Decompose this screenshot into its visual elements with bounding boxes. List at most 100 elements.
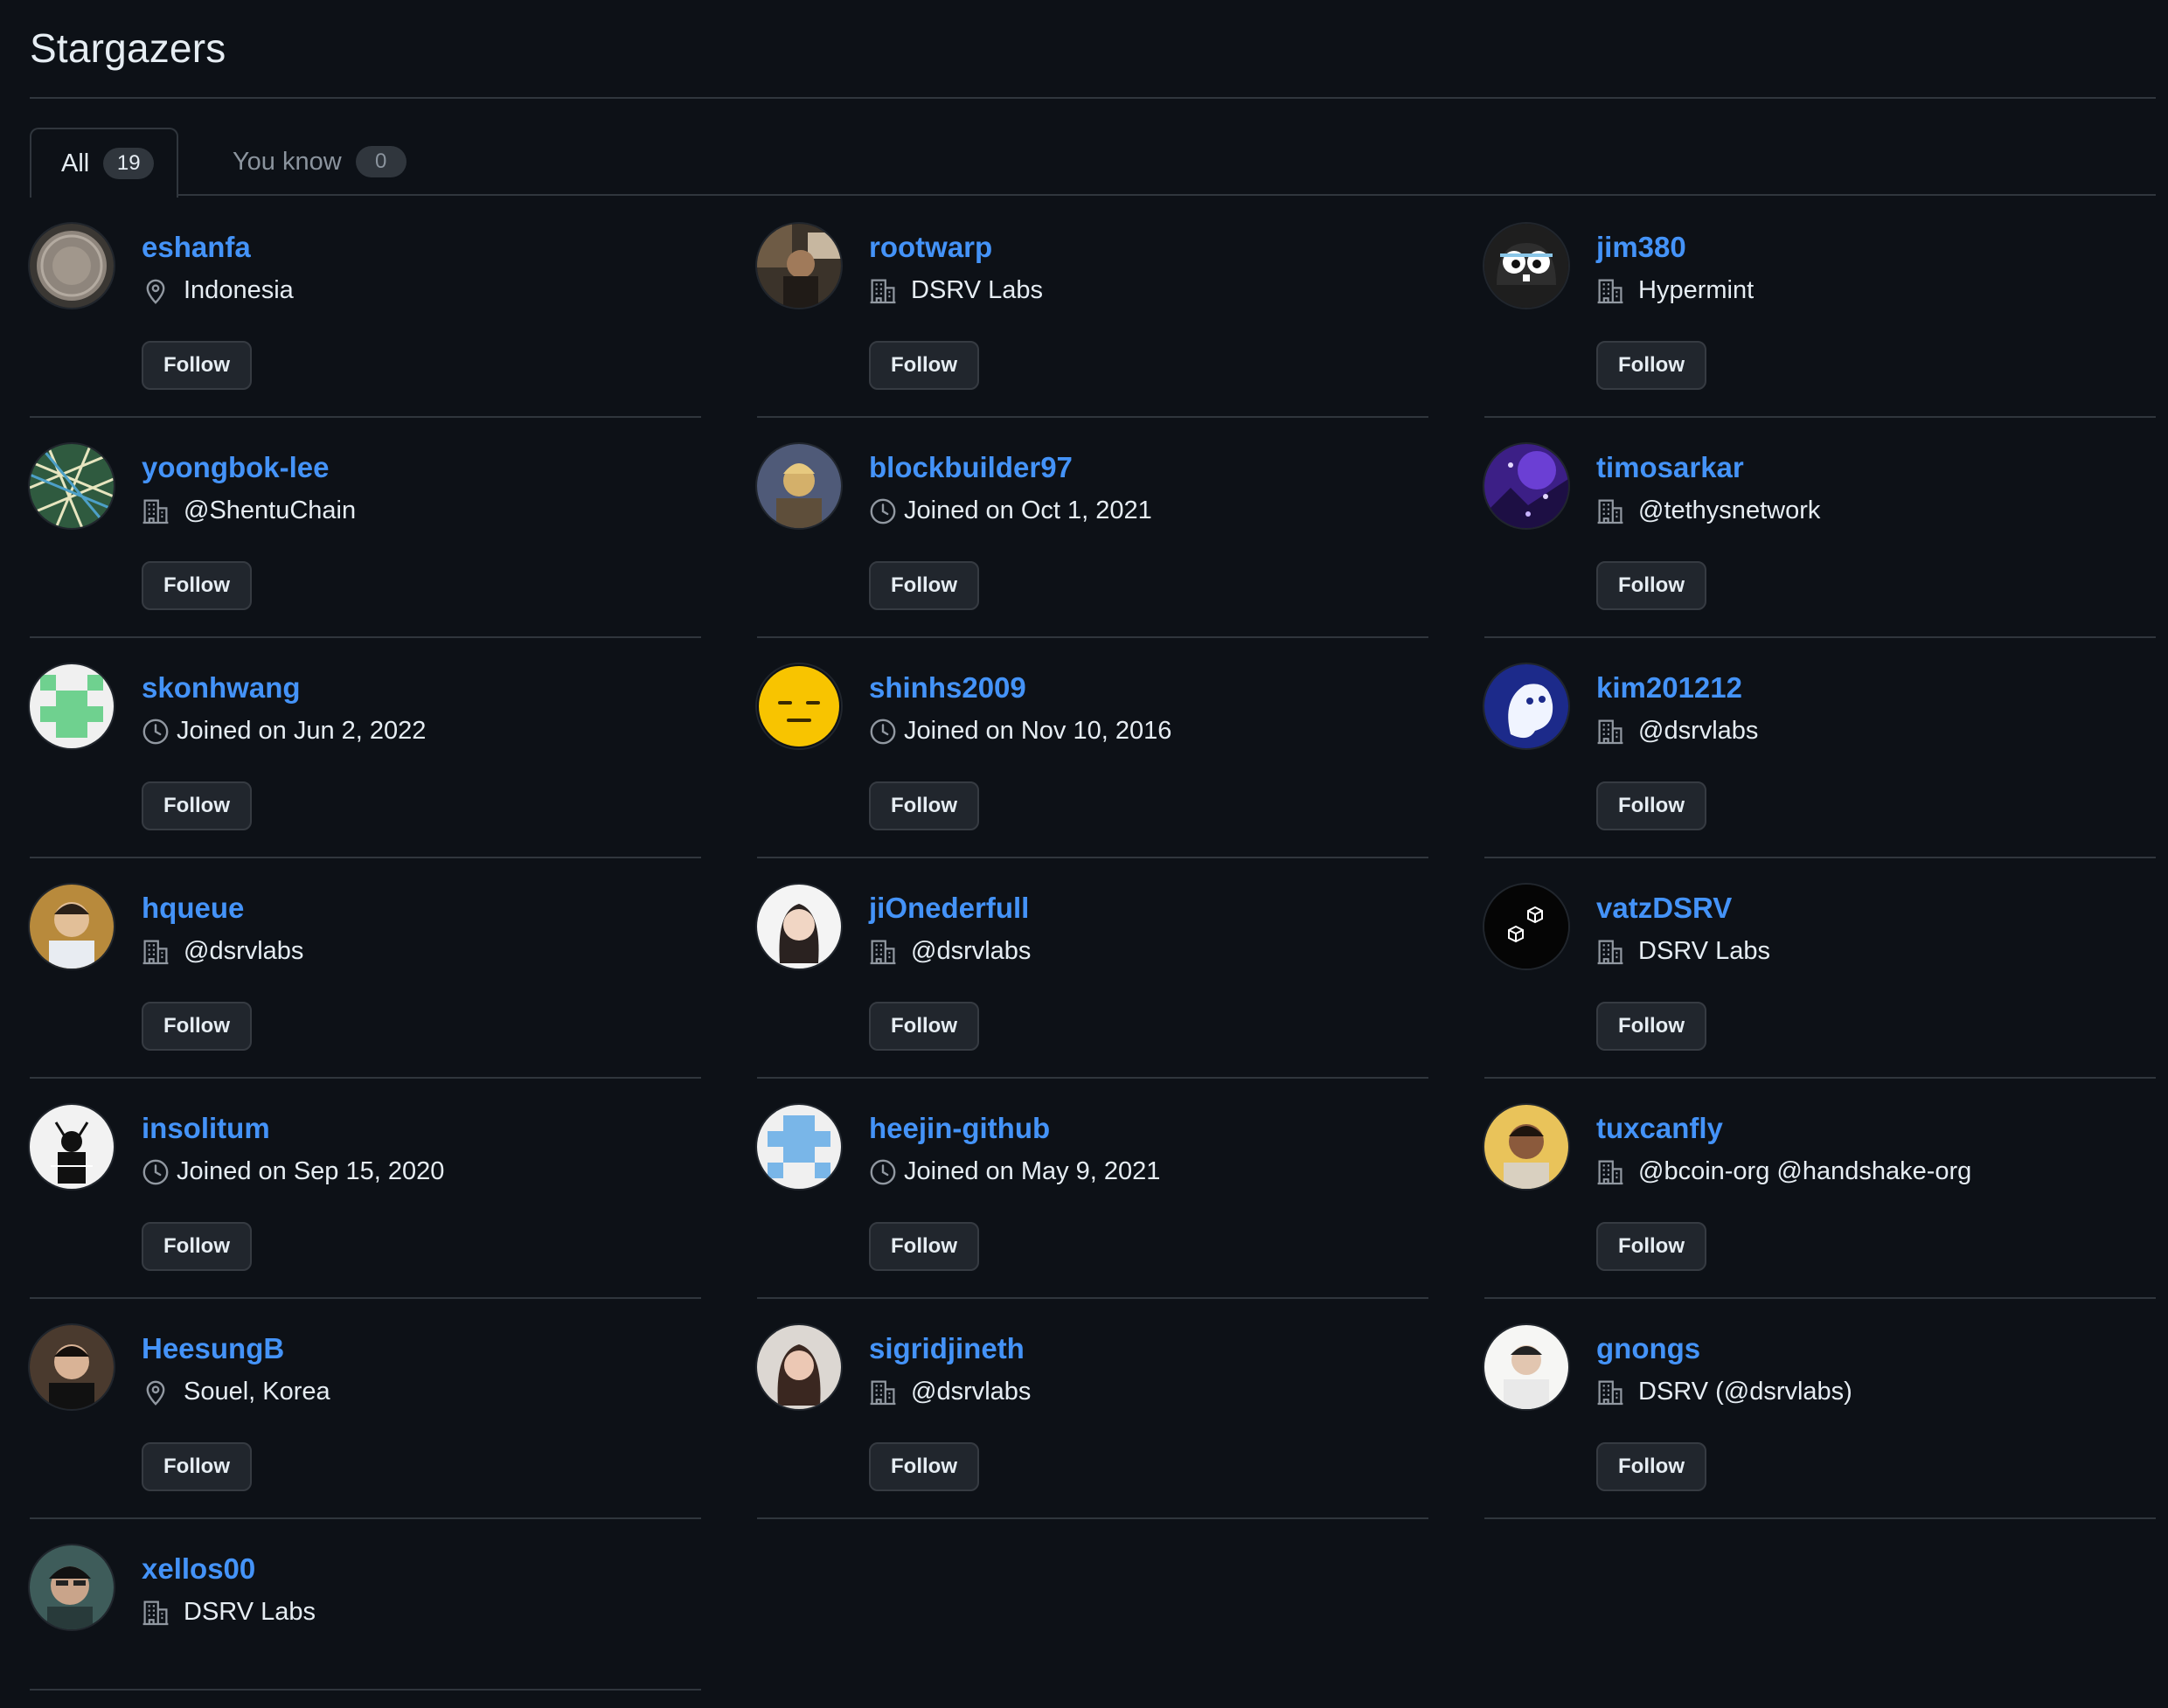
follow-button[interactable]: Follow	[1596, 341, 1706, 390]
organization-icon	[142, 497, 170, 525]
user-meta-text: Hypermint	[1638, 276, 1755, 304]
avatar[interactable]	[757, 224, 841, 308]
username-link[interactable]: jiOnederfull	[869, 892, 1029, 925]
follow-button[interactable]: Follow	[869, 341, 979, 390]
follow-button[interactable]: Follow	[1596, 1222, 1706, 1271]
username-link[interactable]: sigridjineth	[869, 1332, 1025, 1365]
username-link[interactable]: blockbuilder97	[869, 451, 1073, 484]
user-meta: @ShentuChain	[142, 496, 356, 525]
stargazer-card: vatzDSRV DSRV Labs Follow	[1484, 858, 2156, 1079]
avatar[interactable]	[30, 1545, 114, 1629]
avatar[interactable]	[1484, 1325, 1568, 1409]
organization-icon	[1596, 1378, 1624, 1406]
user-meta-text: @tethysnetwork	[1638, 496, 1821, 524]
username-link[interactable]: tuxcanfly	[1596, 1112, 1723, 1145]
avatar[interactable]	[30, 885, 114, 969]
user-meta-text: Joined on Jun 2, 2022	[177, 717, 427, 745]
username-link[interactable]: xellos00	[142, 1552, 255, 1586]
follow-button[interactable]: Follow	[869, 561, 979, 610]
username-link[interactable]: gnongs	[1596, 1332, 1700, 1365]
stargazer-card: jim380 Hypermint Follow	[1484, 198, 2156, 418]
avatar[interactable]	[1484, 885, 1568, 969]
username-link[interactable]: rootwarp	[869, 231, 992, 264]
avatar[interactable]	[30, 1105, 114, 1189]
clock-icon	[142, 1158, 170, 1186]
username-link[interactable]: HeesungB	[142, 1332, 284, 1365]
avatar[interactable]	[30, 1325, 114, 1409]
username-link[interactable]: eshanfa	[142, 231, 251, 264]
follow-button[interactable]: Follow	[869, 781, 979, 830]
clock-icon	[869, 1158, 897, 1186]
clock-icon	[869, 718, 897, 746]
user-meta-text: @dsrvlabs	[184, 937, 304, 965]
follow-button[interactable]: Follow	[142, 781, 252, 830]
follow-button[interactable]: Follow	[1596, 1002, 1706, 1051]
username-link[interactable]: insolitum	[142, 1112, 270, 1145]
user-meta: Joined on Sep 15, 2020	[142, 1157, 444, 1186]
avatar[interactable]	[757, 885, 841, 969]
username-link[interactable]: jim380	[1596, 231, 1686, 264]
follow-button[interactable]: Follow	[142, 341, 252, 390]
user-meta: Hypermint	[1596, 276, 1754, 305]
stargazer-card: timosarkar @tethysnetwork Follow	[1484, 418, 2156, 638]
organization-icon	[1596, 277, 1624, 305]
stargazer-card: HeesungB Souel, Korea Follow	[30, 1299, 701, 1519]
follow-button[interactable]: Follow	[142, 561, 252, 610]
avatar[interactable]	[1484, 444, 1568, 528]
follow-button[interactable]: Follow	[1596, 781, 1706, 830]
clock-icon	[142, 718, 170, 746]
tab-all-counter: 19	[103, 148, 155, 179]
tab-all[interactable]: All 19	[30, 128, 178, 198]
user-meta: Souel, Korea	[142, 1378, 330, 1406]
tab-you-know[interactable]: You know 0	[206, 128, 433, 196]
stargazer-card: rootwarp DSRV Labs Follow	[757, 198, 1428, 418]
avatar[interactable]	[757, 1325, 841, 1409]
user-meta-text: @bcoin-org @handshake-org	[1638, 1157, 1972, 1185]
user-meta: Joined on Oct 1, 2021	[869, 496, 1152, 525]
username-link[interactable]: hqueue	[142, 892, 244, 925]
stargazer-card: yoongbok-lee @ShentuChain Follow	[30, 418, 701, 638]
organization-icon	[142, 1599, 170, 1627]
avatar[interactable]	[757, 1105, 841, 1189]
follow-button[interactable]: Follow	[869, 1442, 979, 1491]
user-meta: @dsrvlabs	[869, 1378, 1031, 1406]
user-meta-text: DSRV Labs	[184, 1598, 316, 1626]
user-meta: Joined on Nov 10, 2016	[869, 717, 1171, 746]
user-meta-text: Souel, Korea	[184, 1378, 330, 1406]
username-link[interactable]: timosarkar	[1596, 451, 1744, 484]
username-link[interactable]: vatzDSRV	[1596, 892, 1732, 925]
user-meta-text: @dsrvlabs	[1638, 717, 1759, 745]
organization-icon	[1596, 1158, 1624, 1186]
avatar[interactable]	[757, 664, 841, 748]
follow-button[interactable]: Follow	[142, 1222, 252, 1271]
user-meta: @bcoin-org @handshake-org	[1596, 1157, 1971, 1186]
avatar[interactable]	[30, 224, 114, 308]
username-link[interactable]: heejin-github	[869, 1112, 1050, 1145]
organization-icon	[1596, 497, 1624, 525]
username-link[interactable]: yoongbok-lee	[142, 451, 330, 484]
stargazer-card: eshanfa Indonesia Follow	[30, 198, 701, 418]
user-meta: Indonesia	[142, 276, 294, 305]
user-meta: @dsrvlabs	[869, 937, 1031, 966]
follow-button[interactable]: Follow	[1596, 1442, 1706, 1491]
user-meta-text: DSRV Labs	[1638, 937, 1770, 965]
avatar[interactable]	[1484, 1105, 1568, 1189]
avatar[interactable]	[1484, 664, 1568, 748]
follow-button[interactable]: Follow	[1596, 561, 1706, 610]
avatar[interactable]	[30, 664, 114, 748]
stargazer-card: blockbuilder97 Joined on Oct 1, 2021 Follo…	[757, 418, 1428, 638]
follow-button[interactable]: Follow	[142, 1442, 252, 1491]
username-link[interactable]: shinhs2009	[869, 671, 1026, 705]
user-meta-text: DSRV (@dsrvlabs)	[1638, 1378, 1852, 1406]
user-meta-text: Joined on May 9, 2021	[904, 1157, 1161, 1185]
tab-you-know-counter: 0	[355, 146, 406, 177]
avatar[interactable]	[1484, 224, 1568, 308]
organization-icon	[1596, 938, 1624, 966]
follow-button[interactable]: Follow	[142, 1002, 252, 1051]
avatar[interactable]	[757, 444, 841, 528]
username-link[interactable]: skonhwang	[142, 671, 301, 705]
follow-button[interactable]: Follow	[869, 1002, 979, 1051]
follow-button[interactable]: Follow	[869, 1222, 979, 1271]
avatar[interactable]	[30, 444, 114, 528]
username-link[interactable]: kim201212	[1596, 671, 1742, 705]
